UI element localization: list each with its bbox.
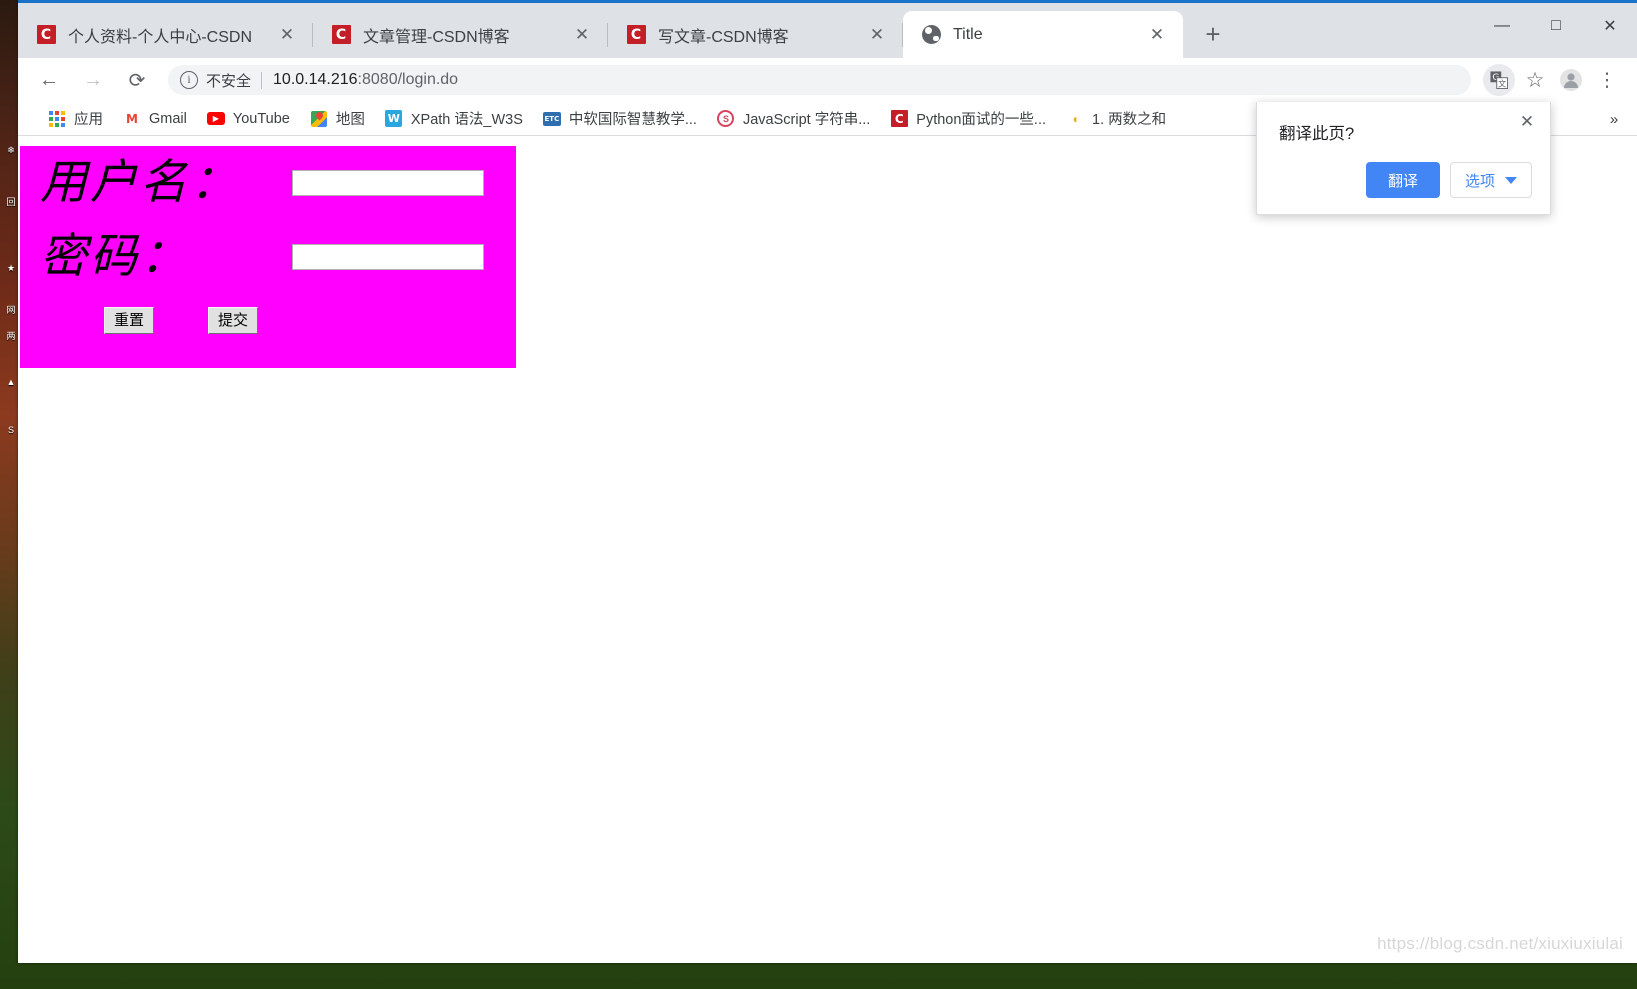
javascript-icon: S <box>717 110 735 128</box>
close-icon[interactable]: ✕ <box>1143 21 1171 49</box>
globe-icon <box>921 25 941 45</box>
translate-popup-title: 翻译此页? <box>1279 125 1355 143</box>
bookmark-neusoft-teaching[interactable]: ETC 中软国际智慧教学... <box>535 105 705 132</box>
username-label: 用户名： <box>40 156 240 209</box>
bookmark-label: YouTube <box>232 110 290 127</box>
close-icon[interactable]: ✕ <box>1516 111 1538 133</box>
bookmark-label: JavaScript 字符串... <box>742 112 871 128</box>
password-row: 密码： <box>20 220 516 294</box>
tab-title: 文章管理-CSDN博客 <box>363 28 510 46</box>
bookmark-label: 1. 两数之和 <box>1092 112 1167 128</box>
back-icon[interactable]: ← <box>32 63 66 97</box>
csdn-icon: C <box>36 25 56 45</box>
bookmark-label: 地图 <box>335 112 365 128</box>
close-window-icon[interactable]: ✕ <box>1583 3 1637 49</box>
bookmark-xpath-w3s[interactable]: W XPath 语法_W3S <box>377 105 531 132</box>
options-button[interactable]: 选项 <box>1449 162 1532 198</box>
w3schools-icon: W <box>385 110 403 128</box>
csdn-icon: C <box>331 25 351 45</box>
bookmark-label: Python面试的一些... <box>916 112 1047 128</box>
form-button-row: 重置 提交 <box>20 307 516 334</box>
maximize-icon[interactable]: □ <box>1529 3 1583 49</box>
translate-button[interactable]: 翻译 <box>1365 162 1440 198</box>
csdn-icon: C <box>890 110 908 128</box>
bookmark-label: 应用 <box>74 112 103 128</box>
security-status-label: 不安全 <box>206 72 252 90</box>
bookmark-javascript-string[interactable]: S JavaScript 字符串... <box>709 105 878 132</box>
bookmark-maps[interactable]: 地图 <box>302 105 373 132</box>
submit-button[interactable]: 提交 <box>208 307 259 334</box>
csdn-icon: C <box>626 25 646 45</box>
translate-popup: ✕ 翻译此页? 翻译 选项 <box>1256 102 1551 215</box>
bookmark-apps[interactable]: 应用 <box>40 105 111 132</box>
tab-article-management[interactable]: C 文章管理-CSDN博客 ✕ <box>312 11 608 58</box>
bookmark-two-sum[interactable]: ◖ 1. 两数之和 <box>1058 105 1174 132</box>
username-input[interactable] <box>292 170 484 196</box>
etc-icon: ETC <box>542 110 561 128</box>
url-host: 10.0.14.216 <box>273 71 358 88</box>
chevron-down-icon <box>1505 176 1517 184</box>
url-text: 10.0.14.216:8080/login.do <box>273 71 458 89</box>
translate-popup-actions: 翻译 选项 <box>1365 162 1532 198</box>
tab-title-active[interactable]: Title ✕ <box>902 11 1183 58</box>
avatar[interactable] <box>1555 64 1587 96</box>
tab-strip: C 个人资料-个人中心-CSDN ✕ C 文章管理-CSDN博客 ✕ C 写文章… <box>18 0 1637 58</box>
browser-window: C 个人资料-个人中心-CSDN ✕ C 文章管理-CSDN博客 ✕ C 写文章… <box>18 0 1637 963</box>
tab-title: 写文章-CSDN博客 <box>658 28 789 46</box>
gmail-icon: M <box>126 111 138 126</box>
tab-title: 个人资料-个人中心-CSDN <box>68 28 252 46</box>
svg-text:文: 文 <box>1498 78 1506 88</box>
bookmark-label: 中软国际智慧教学... <box>568 112 697 128</box>
address-bar[interactable]: i 不安全 10.0.14.216:8080/login.do <box>168 65 1471 95</box>
bookmarks-overflow-icon[interactable]: » <box>1603 108 1625 130</box>
tab-personal-profile[interactable]: C 个人资料-个人中心-CSDN ✕ <box>18 11 313 58</box>
youtube-icon: ▶ <box>206 110 225 128</box>
url-path: :8080/login.do <box>357 71 459 88</box>
password-label: 密码： <box>40 230 190 283</box>
new-tab-button[interactable]: + <box>1193 14 1233 54</box>
apps-grid-icon <box>48 110 66 128</box>
close-icon[interactable]: ✕ <box>863 21 891 49</box>
browser-toolbar: ← → ⟳ i 不安全 10.0.14.216:8080/login.do G … <box>18 58 1637 102</box>
login-form-panel: 用户名： 密码： 重置 提交 <box>20 146 516 368</box>
close-icon[interactable]: ✕ <box>273 21 301 49</box>
bookmark-label: XPath 语法_W3S <box>410 112 523 128</box>
maps-icon <box>310 110 328 128</box>
password-input[interactable] <box>292 244 484 270</box>
bookmark-star-icon[interactable]: ☆ <box>1519 64 1551 96</box>
bookmark-gmail[interactable]: M Gmail <box>115 107 195 131</box>
bookmark-youtube[interactable]: ▶ YouTube <box>199 107 298 131</box>
username-row: 用户名： <box>20 146 516 220</box>
tab-title: Title <box>953 25 983 43</box>
leetcode-icon: ◖ <box>1071 111 1079 126</box>
minimize-icon[interactable]: — <box>1475 3 1529 49</box>
options-label: 选项 <box>1464 172 1495 190</box>
page-viewport: 用户名： 密码： 重置 提交 https://blog.csdn.net/xiu… <box>18 136 1637 960</box>
reset-button[interactable]: 重置 <box>104 307 155 334</box>
window-controls: — □ ✕ <box>1475 3 1637 49</box>
tab-write-article[interactable]: C 写文章-CSDN博客 ✕ <box>607 11 903 58</box>
divider <box>261 71 263 89</box>
watermark: https://blog.csdn.net/xiuxiuxiulai <box>1377 934 1623 953</box>
reload-icon[interactable]: ⟳ <box>120 63 154 97</box>
bookmark-label: Gmail <box>149 110 187 127</box>
forward-icon[interactable]: → <box>76 63 110 97</box>
close-icon[interactable]: ✕ <box>568 21 596 49</box>
bookmark-python-interview[interactable]: C Python面试的一些... <box>882 105 1054 132</box>
chrome-menu-icon[interactable]: ⋮ <box>1591 64 1623 96</box>
translate-icon[interactable]: G 文 <box>1483 64 1515 96</box>
info-icon[interactable]: i <box>180 71 198 89</box>
